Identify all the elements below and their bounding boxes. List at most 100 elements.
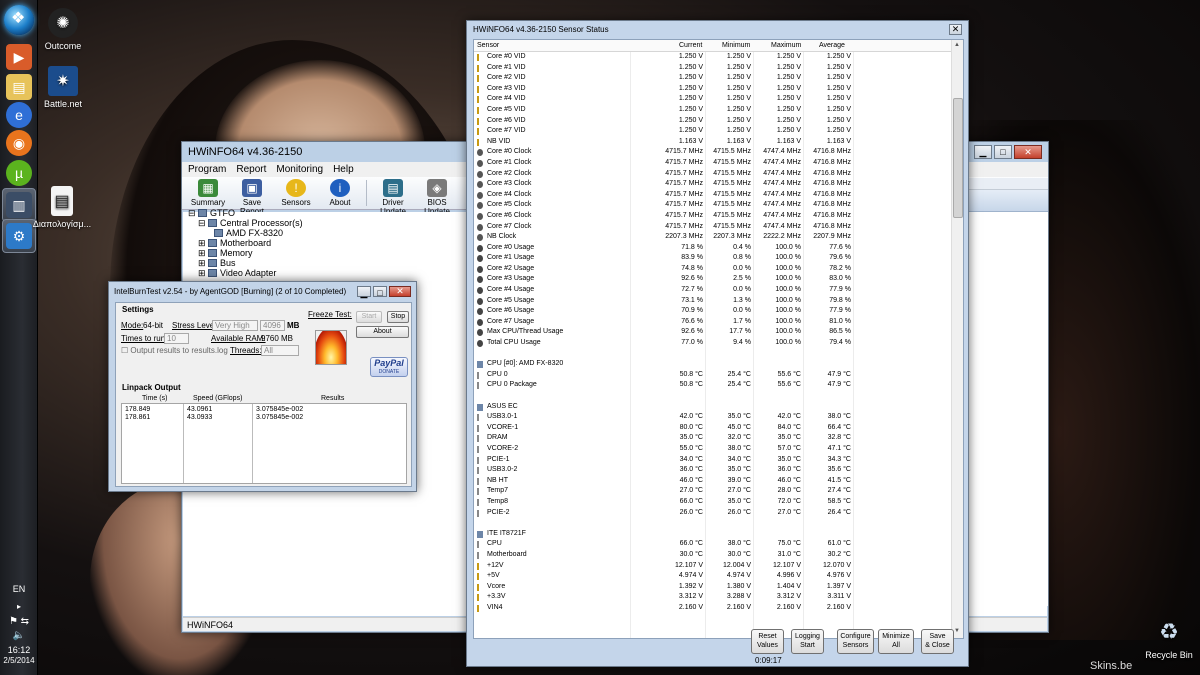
table-row[interactable]: USB3.0-1 42.0 °C 35.0 °C 42.0 °C 38.0 °C bbox=[474, 412, 951, 423]
table-row[interactable]: Core #3 VID 1.250 V 1.250 V 1.250 V 1.250 V bbox=[474, 84, 951, 95]
table-row[interactable]: ITE IT8721F bbox=[474, 529, 951, 540]
scroll-thumb[interactable] bbox=[953, 98, 963, 218]
table-row[interactable]: CPU [#0]: AMD FX-8320 bbox=[474, 359, 951, 370]
language-indicator[interactable]: EN bbox=[0, 584, 38, 594]
save-report-button[interactable]: ▣Save Report bbox=[230, 177, 274, 216]
desktop-icon-outcome[interactable]: ✺ Outcome bbox=[33, 8, 93, 51]
firefox-icon[interactable]: ◉ bbox=[6, 130, 32, 156]
minimize-button[interactable]: ▁ bbox=[974, 145, 992, 159]
table-row[interactable]: Core #4 Usage 72.7 % 0.0 % 100.0 % 77.9 % bbox=[474, 285, 951, 296]
menu-report[interactable]: Report bbox=[236, 162, 266, 177]
flame-icon[interactable] bbox=[315, 330, 347, 365]
about-button[interactable]: i About bbox=[318, 177, 362, 209]
table-row[interactable]: Core #2 Clock 4715.7 MHz 4715.5 MHz 4747.4 … bbox=[474, 169, 951, 180]
tree-node-motherboard[interactable]: ⊞ Motherboard bbox=[188, 238, 303, 248]
table-row[interactable]: Core #5 Usage 73.1 % 1.3 % 100.0 % 79.8 % bbox=[474, 296, 951, 307]
about-ibt-button[interactable]: About bbox=[356, 326, 409, 338]
tree-node-memory[interactable]: ⊞ Memory bbox=[188, 248, 303, 258]
table-row[interactable]: NB HT 46.0 °C 39.0 °C 46.0 °C 41.5 °C bbox=[474, 476, 951, 487]
ibt-maximize-button[interactable]: □ bbox=[373, 285, 387, 298]
table-row[interactable]: PCIE-1 34.0 °C 34.0 °C 35.0 °C 34.3 °C bbox=[474, 455, 951, 466]
table-row[interactable]: Core #5 VID 1.250 V 1.250 V 1.250 V 1.250 V bbox=[474, 105, 951, 116]
table-row[interactable]: Core #4 VID 1.250 V 1.250 V 1.250 V 1.250 V bbox=[474, 94, 951, 105]
paypal-donate-button[interactable]: PayPal DONATE bbox=[370, 357, 408, 377]
configure-sensors-button[interactable]: Configure Sensors bbox=[837, 629, 874, 654]
tray-network-icon[interactable]: ⚑ ⇆ bbox=[0, 616, 38, 627]
maximize-button[interactable]: □ bbox=[994, 145, 1012, 159]
header-sensor[interactable]: Sensor bbox=[477, 40, 499, 52]
table-row[interactable]: DRAM 35.0 °C 32.0 °C 35.0 °C 32.8 °C bbox=[474, 433, 951, 444]
menu-help[interactable]: Help bbox=[333, 162, 354, 177]
desktop-icon-document[interactable]: ▤ Διαπολογίσμ... bbox=[32, 186, 92, 229]
table-row[interactable]: +3.3V 3.312 V 3.288 V 3.312 V 3.311 V bbox=[474, 592, 951, 603]
header-average[interactable]: Average bbox=[819, 40, 845, 52]
table-row[interactable] bbox=[474, 391, 951, 402]
bios-update-button[interactable]: ◈BIOS Update bbox=[415, 177, 459, 216]
table-row[interactable]: Core #1 VID 1.250 V 1.250 V 1.250 V 1.250 V bbox=[474, 63, 951, 74]
header-maximum[interactable]: Maximum bbox=[771, 40, 801, 52]
ibt-close-button[interactable]: ✕ bbox=[389, 285, 411, 297]
header-current[interactable]: Current bbox=[679, 40, 702, 52]
table-row[interactable]: Core #1 Clock 4715.7 MHz 4715.5 MHz 4747.4 … bbox=[474, 158, 951, 169]
table-row[interactable]: Core #7 Usage 76.6 % 1.7 % 100.0 % 81.0 % bbox=[474, 317, 951, 328]
table-row[interactable] bbox=[474, 518, 951, 529]
tree-node-bus[interactable]: ⊞ Bus bbox=[188, 258, 303, 268]
table-row[interactable]: NB VID 1.163 V 1.163 V 1.163 V 1.163 V bbox=[474, 137, 951, 148]
header-minimum[interactable]: Minimum bbox=[722, 40, 750, 52]
table-row[interactable]: ASUS EC bbox=[474, 402, 951, 413]
table-row[interactable]: USB3.0-2 36.0 °C 35.0 °C 36.0 °C 35.6 °C bbox=[474, 465, 951, 476]
sensor-close-button[interactable]: ✕ bbox=[949, 24, 962, 35]
table-row[interactable]: Core #7 VID 1.250 V 1.250 V 1.250 V 1.250 V bbox=[474, 126, 951, 137]
hwinfo-taskbar-icon[interactable]: ▥ bbox=[6, 192, 32, 218]
table-row[interactable]: Core #6 VID 1.250 V 1.250 V 1.250 V 1.250 V bbox=[474, 116, 951, 127]
sensor-scrollbar[interactable]: ▲ ▼ bbox=[951, 40, 963, 638]
table-row[interactable]: Total CPU Usage 77.0 % 9.4 % 100.0 % 79.4 % bbox=[474, 338, 951, 349]
tray-arrow-icon[interactable]: ▸ bbox=[0, 602, 38, 611]
table-row[interactable]: Core #4 Clock 4715.7 MHz 4715.5 MHz 4747.4 … bbox=[474, 190, 951, 201]
table-row[interactable]: CPU 66.0 °C 38.0 °C 75.0 °C 61.0 °C bbox=[474, 539, 951, 550]
reset-values-button[interactable]: Reset Values bbox=[751, 629, 784, 654]
clock-time[interactable]: 16:12 bbox=[0, 645, 38, 655]
table-row[interactable]: Core #2 Usage 74.8 % 0.0 % 100.0 % 78.2 % bbox=[474, 264, 951, 275]
summary-button[interactable]: ▦ Summary bbox=[186, 177, 230, 209]
volume-icon[interactable]: 🔈 bbox=[0, 630, 38, 641]
ibt-titlebar[interactable]: IntelBurnTest v2.54 - by AgentGOD [Burni… bbox=[109, 282, 416, 300]
table-row[interactable]: Core #0 Clock 4715.7 MHz 4715.5 MHz 4747.4 … bbox=[474, 147, 951, 158]
intelburntest-taskbar-icon[interactable]: ⚙ bbox=[6, 223, 32, 249]
table-row[interactable]: +12V 12.107 V 12.004 V 12.107 V 12.070 V bbox=[474, 561, 951, 572]
table-row[interactable]: Core #6 Clock 4715.7 MHz 4715.5 MHz 4747.4 … bbox=[474, 211, 951, 222]
table-row[interactable]: +5V 4.974 V 4.974 V 4.996 V 4.976 V bbox=[474, 571, 951, 582]
output-results-checkbox[interactable]: ☐ Output results to results.log bbox=[121, 346, 228, 355]
sensor-titlebar[interactable]: HWiNFO64 v4.36-2150 Sensor Status ✕ bbox=[467, 21, 968, 38]
table-row[interactable]: Core #3 Usage 92.6 % 2.5 % 100.0 % 83.0 % bbox=[474, 274, 951, 285]
utorrent-icon[interactable]: µ bbox=[6, 160, 32, 186]
table-row[interactable]: PCIE-2 26.0 °C 26.0 °C 27.0 °C 26.4 °C bbox=[474, 508, 951, 519]
tree-node-computer[interactable]: ⊟ GTFO bbox=[188, 208, 303, 218]
minimize-all-button[interactable]: Minimize All bbox=[878, 629, 914, 654]
memory-size-input[interactable]: 4096 bbox=[260, 320, 285, 331]
table-row[interactable]: Core #2 VID 1.250 V 1.250 V 1.250 V 1.250 V bbox=[474, 73, 951, 84]
table-row[interactable]: Temp7 27.0 °C 27.0 °C 28.0 °C 27.4 °C bbox=[474, 486, 951, 497]
menu-monitoring[interactable]: Monitoring bbox=[276, 162, 323, 177]
save-close-button[interactable]: Save & Close bbox=[921, 629, 954, 654]
table-row[interactable]: Core #5 Clock 4715.7 MHz 4715.5 MHz 4747.4 … bbox=[474, 200, 951, 211]
table-row[interactable]: Core #0 VID 1.250 V 1.250 V 1.250 V 1.250 V bbox=[474, 52, 951, 63]
table-row[interactable]: Core #6 Usage 70.9 % 0.0 % 100.0 % 77.9 % bbox=[474, 306, 951, 317]
table-row[interactable]: CPU 0 50.8 °C 25.4 °C 55.6 °C 47.9 °C bbox=[474, 370, 951, 381]
close-button[interactable]: ✕ bbox=[1014, 145, 1042, 159]
table-row[interactable]: NB Clock 2207.3 MHz 2207.3 MHz 2222.2 MHz 22… bbox=[474, 232, 951, 243]
table-row[interactable]: Motherboard 30.0 °C 30.0 °C 31.0 °C 30.2 °C bbox=[474, 550, 951, 561]
table-row[interactable]: Core #3 Clock 4715.7 MHz 4715.5 MHz 4747.4 … bbox=[474, 179, 951, 190]
clock-date[interactable]: 2/5/2014 bbox=[0, 656, 38, 665]
scroll-up-icon[interactable]: ▲ bbox=[954, 42, 960, 48]
ibt-minimize-button[interactable]: ▁ bbox=[357, 285, 371, 298]
threads-select[interactable]: All bbox=[261, 345, 299, 356]
tree-node-cpu-model[interactable]: AMD FX-8320 bbox=[188, 228, 303, 238]
tree-node-cpu[interactable]: ⊟ Central Processor(s) bbox=[188, 218, 303, 228]
table-row[interactable]: Temp8 66.0 °C 35.0 °C 72.0 °C 58.5 °C bbox=[474, 497, 951, 508]
start-button[interactable]: Start bbox=[356, 311, 382, 323]
start-button[interactable] bbox=[4, 5, 34, 35]
table-row[interactable]: VIN4 2.160 V 2.160 V 2.160 V 2.160 V bbox=[474, 603, 951, 614]
table-row[interactable]: VCORE-2 55.0 °C 38.0 °C 57.0 °C 47.1 °C bbox=[474, 444, 951, 455]
times-to-run-input[interactable]: 10 bbox=[164, 333, 189, 344]
